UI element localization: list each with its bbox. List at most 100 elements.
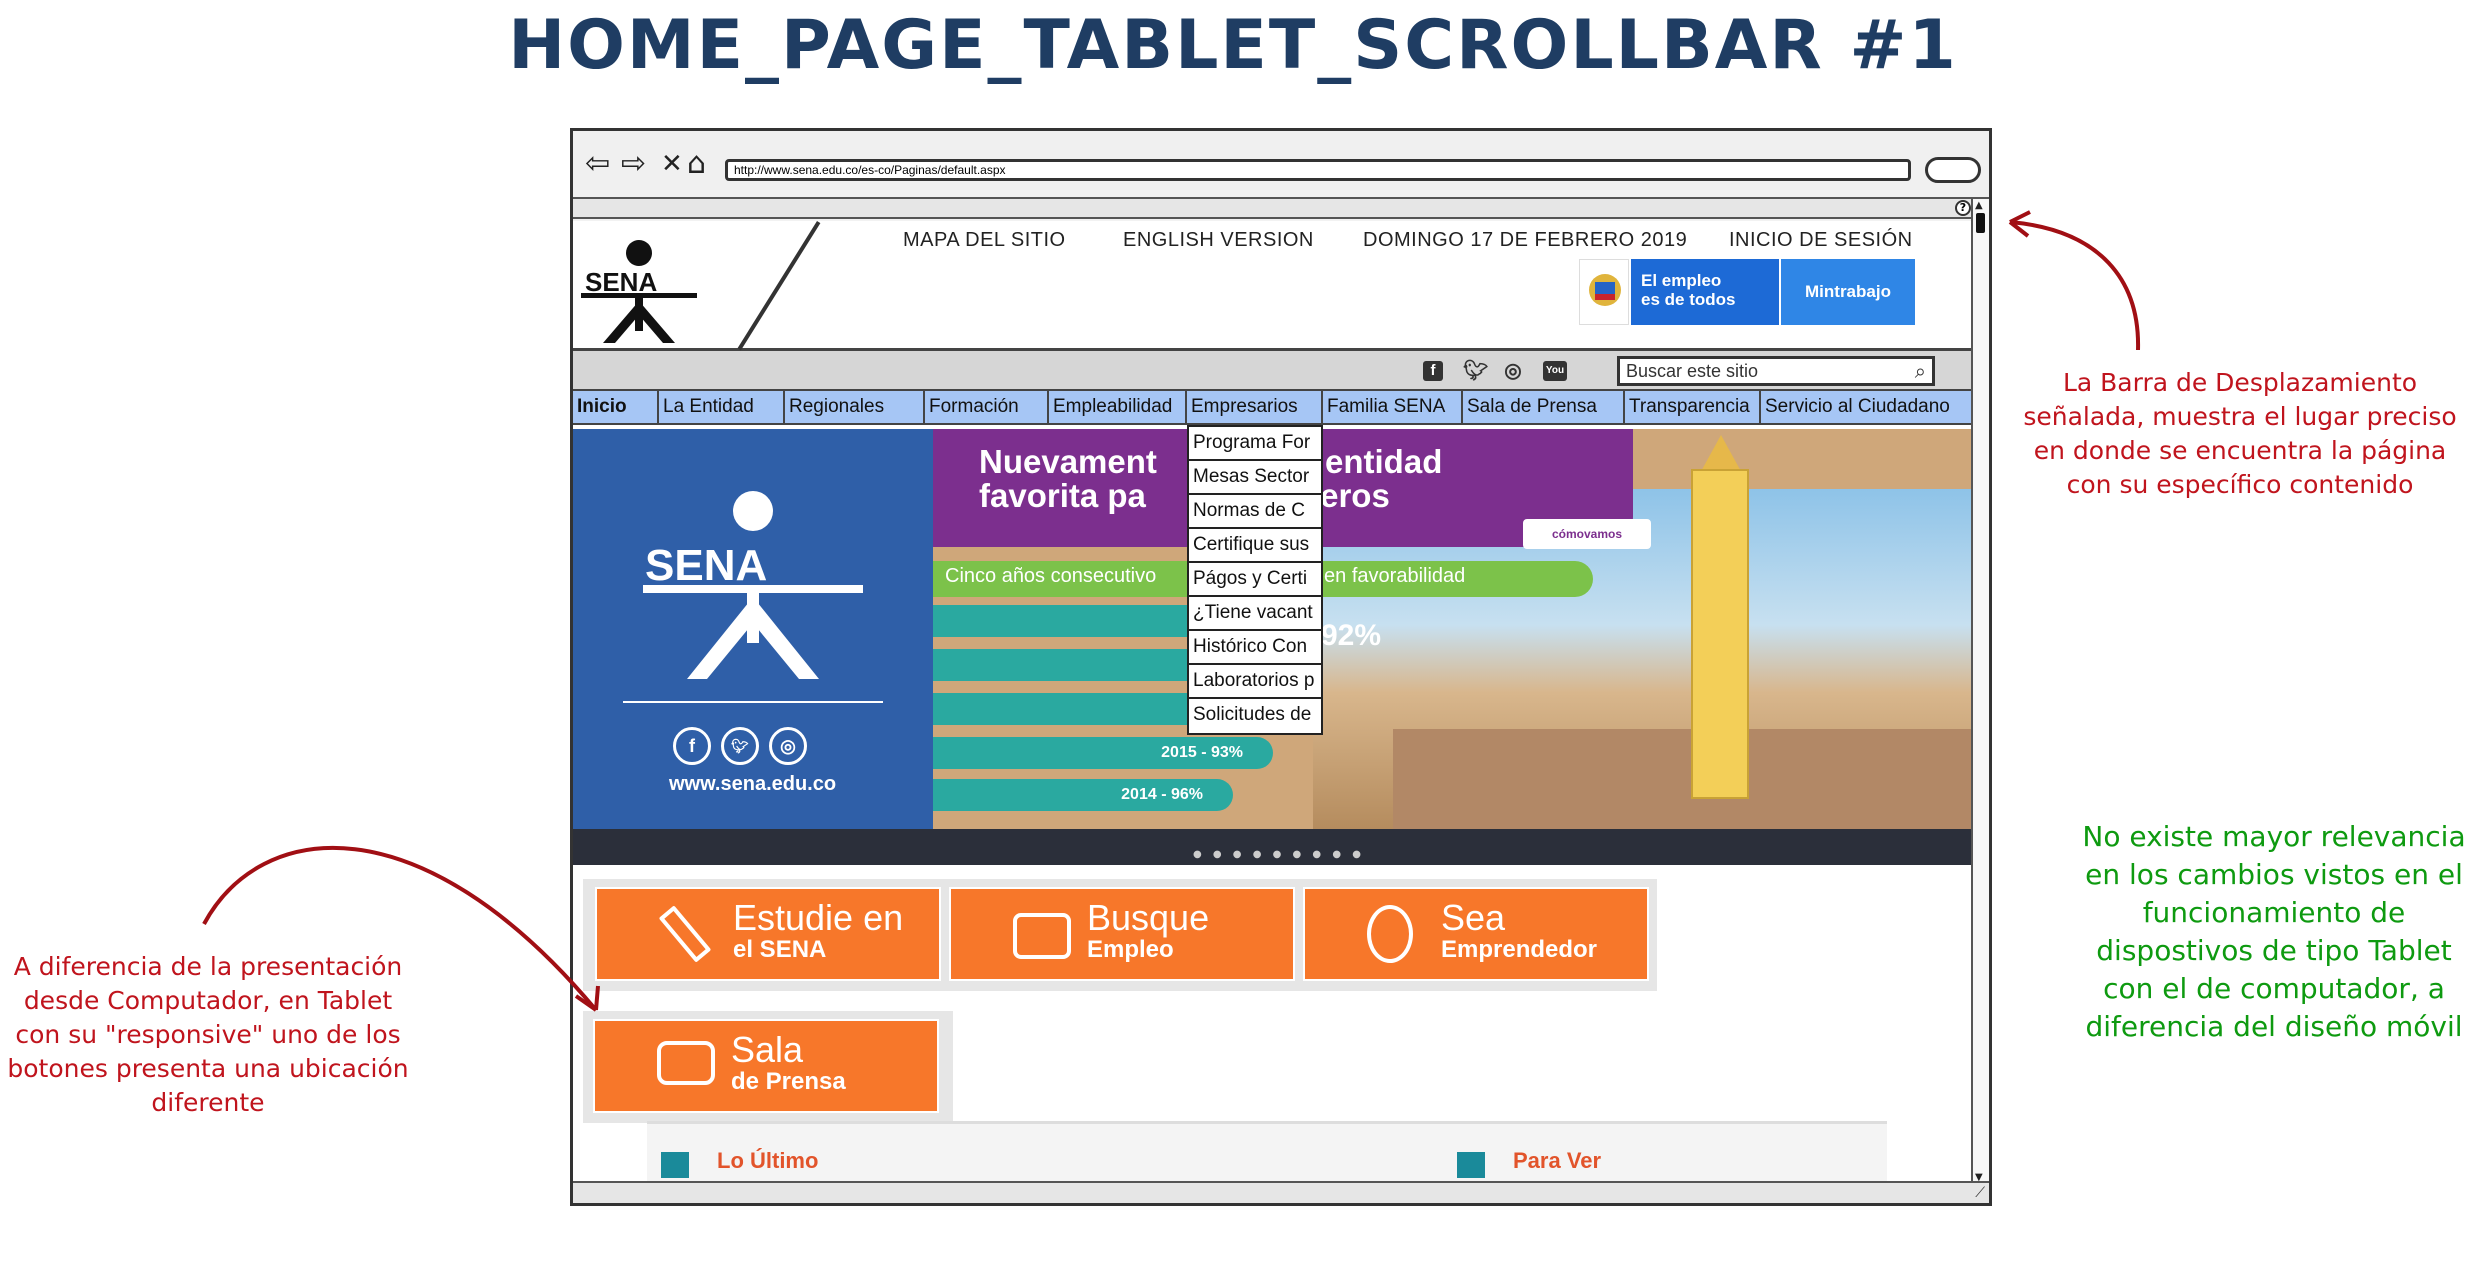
banner-instagram-icon: ◎ bbox=[769, 727, 807, 765]
browser-subbar: ? bbox=[573, 199, 1989, 219]
city-wall bbox=[1393, 729, 1975, 829]
youtube-icon[interactable]: You bbox=[1543, 361, 1567, 381]
scrollbar-annotation-arrow bbox=[2009, 220, 2141, 351]
button-line-2: el SENA bbox=[733, 936, 827, 963]
page-title: HOME_PAGE_TABLET_SCROLLBAR #1 bbox=[508, 6, 1958, 85]
banner-percent: 92% bbox=[1321, 619, 1382, 652]
button-line-2: Empleo bbox=[1087, 936, 1174, 963]
lower-section: Lo Último Para Ver bbox=[647, 1121, 1887, 1185]
help-icon[interactable]: ? bbox=[1955, 200, 1971, 216]
action-buttons-row: Estudie en el SENA Busque Empleo Sea Emp… bbox=[583, 879, 1657, 991]
scrollbar-annotation: La Barra de Desplazamiento señalada, mue… bbox=[2023, 368, 2457, 499]
header-divider bbox=[737, 221, 821, 351]
banner-sena-panel: SENA f 🐦︎ ◎ www.sena.edu.co bbox=[573, 429, 933, 829]
menu-empresarios[interactable]: Empresarios bbox=[1187, 391, 1323, 425]
close-icon[interactable]: ✕ bbox=[661, 151, 683, 177]
logo-text: SENA bbox=[585, 267, 657, 297]
megaphone-icon bbox=[661, 1152, 689, 1178]
button-line-2: de Prensa bbox=[731, 1068, 846, 1095]
button-line-1: Estudie en bbox=[733, 897, 904, 938]
browser-toolbar: ⇦ ⇨ ✕ ⌂ http://www.sena.edu.co/es-co/Pag… bbox=[573, 131, 1989, 199]
button-line-1: Sea bbox=[1441, 897, 1506, 938]
dropdown-item[interactable]: Normas de C bbox=[1189, 495, 1321, 529]
main-menu: Inicio La Entidad Regionales Formación E… bbox=[573, 391, 1975, 425]
page-viewport: SENA MAPA DEL SITIO ENGLISH VERSION DOMI… bbox=[573, 221, 1975, 1185]
empresarios-dropdown: Programa For Mesas Sector Normas de C Ce… bbox=[1187, 425, 1323, 735]
scroll-up-icon[interactable]: ▲ bbox=[1975, 201, 1983, 211]
menu-familia-sena[interactable]: Familia SENA bbox=[1323, 391, 1463, 425]
dropdown-item[interactable]: Laboratorios p bbox=[1189, 665, 1321, 699]
facebook-icon[interactable]: f bbox=[1423, 361, 1443, 381]
dropdown-item[interactable]: Histórico Con bbox=[1189, 631, 1321, 665]
search-placeholder: Buscar este sitio bbox=[1626, 361, 1759, 381]
action-buttons-row-2: Sala de Prensa bbox=[583, 1011, 953, 1123]
dropdown-item[interactable]: Mesas Sector bbox=[1189, 461, 1321, 495]
sena-logo[interactable]: SENA bbox=[581, 235, 699, 345]
briefcase-icon bbox=[1013, 913, 1071, 959]
site-search-input[interactable]: Buscar este sitio ⌕ bbox=[1617, 356, 1935, 386]
login-link[interactable]: INICIO DE SESIÓN bbox=[1729, 229, 1913, 252]
clock-tower bbox=[1691, 469, 1749, 799]
banner-twitter-icon: 🐦︎ bbox=[721, 727, 759, 765]
carousel-dots[interactable]: ● ● ● ● ● ● ● ● ● bbox=[1193, 849, 1365, 860]
sala-de-prensa-button[interactable]: Sala de Prensa bbox=[593, 1019, 939, 1113]
social-search-row: f 🐦︎ ◎ You Buscar este sitio ⌕ bbox=[573, 351, 1975, 391]
para-ver-heading[interactable]: Para Ver bbox=[1513, 1148, 1601, 1174]
button-line-2: Emprendedor bbox=[1441, 936, 1598, 963]
vertical-scrollbar[interactable]: ▲ ▼ bbox=[1971, 199, 1989, 1185]
forward-icon[interactable]: ⇨ bbox=[621, 149, 646, 179]
back-icon[interactable]: ⇦ bbox=[585, 149, 610, 179]
banner-divider bbox=[623, 701, 883, 703]
lo-ultimo-heading[interactable]: Lo Último bbox=[717, 1148, 818, 1174]
date-label: DOMINGO 17 DE FEBRERO 2019 bbox=[1363, 229, 1688, 251]
url-bar[interactable]: http://www.sena.edu.co/es-co/Paginas/def… bbox=[725, 159, 1911, 181]
stat-bar-2014: 2014 - 96% bbox=[933, 779, 1233, 811]
instagram-icon[interactable]: ◎ bbox=[1503, 361, 1523, 381]
browser-window: ⇦ ⇨ ✕ ⌂ http://www.sena.edu.co/es-co/Pag… bbox=[570, 128, 1992, 1206]
ministry-label: Mintrabajo bbox=[1781, 259, 1915, 325]
stat-bar-2015: 2015 - 93% bbox=[933, 737, 1273, 769]
banner-sena-text: SENA bbox=[645, 541, 768, 590]
gov-slogan-line-1: El empleo bbox=[1641, 271, 1722, 290]
dropdown-item[interactable]: Programa For bbox=[1189, 427, 1321, 461]
menu-sala-de-prensa[interactable]: Sala de Prensa bbox=[1463, 391, 1625, 425]
button-line-1: Sala bbox=[731, 1029, 804, 1070]
browser-statusbar: ⟋ bbox=[573, 1181, 1989, 1203]
menu-servicio-ciudadano[interactable]: Servicio al Ciudadano bbox=[1761, 391, 1975, 425]
dropdown-item[interactable]: Solicitudes de bbox=[1189, 699, 1321, 733]
gov-slogan-line-2: es de todos bbox=[1641, 290, 1736, 309]
menu-regionales[interactable]: Regionales bbox=[785, 391, 925, 425]
menu-transparencia[interactable]: Transparencia bbox=[1625, 391, 1761, 425]
site-header: SENA MAPA DEL SITIO ENGLISH VERSION DOMI… bbox=[573, 221, 1975, 351]
comovamos-logo: cómovamos bbox=[1523, 519, 1651, 549]
colombia-seal-icon bbox=[1579, 259, 1629, 325]
home-icon[interactable]: ⌂ bbox=[687, 149, 706, 179]
banner-facebook-icon: f bbox=[673, 727, 711, 765]
busque-empleo-button[interactable]: Busque Empleo bbox=[949, 887, 1295, 981]
sea-emprendedor-button[interactable]: Sea Emprendedor bbox=[1303, 887, 1649, 981]
dropdown-item[interactable]: Págos y Certi bbox=[1189, 563, 1321, 597]
resize-grip-icon[interactable]: ⟋ bbox=[1975, 1185, 1985, 1201]
estudie-en-el-sena-button[interactable]: Estudie en el SENA bbox=[595, 887, 941, 981]
government-banner[interactable]: El empleo es de todos Mintrabajo bbox=[1579, 259, 1915, 325]
menu-empleabilidad[interactable]: Empleabilidad bbox=[1049, 391, 1187, 425]
twitter-icon[interactable]: 🐦︎ bbox=[1463, 361, 1488, 381]
button-position-annotation: A diferencia de la presentación desde Co… bbox=[7, 952, 409, 1117]
browser-search-field[interactable] bbox=[1925, 157, 1981, 183]
speech-bubble-icon bbox=[657, 1041, 715, 1085]
gov-slogan: El empleo es de todos bbox=[1631, 259, 1779, 325]
search-icon[interactable]: ⌕ bbox=[1915, 361, 1926, 384]
relevance-annotation: No existe mayor relevancia en los cambio… bbox=[2082, 820, 2466, 1043]
sitemap-link[interactable]: MAPA DEL SITIO bbox=[903, 229, 1066, 252]
pencil-icon bbox=[658, 905, 712, 963]
scrollbar-thumb[interactable] bbox=[1976, 213, 1985, 233]
menu-formacion[interactable]: Formación bbox=[925, 391, 1049, 425]
menu-inicio[interactable]: Inicio bbox=[573, 391, 659, 425]
dropdown-item[interactable]: Certifique sus bbox=[1189, 529, 1321, 563]
english-version-link[interactable]: ENGLISH VERSION bbox=[1123, 229, 1314, 252]
dropdown-item[interactable]: ¿Tiene vacant bbox=[1189, 597, 1321, 631]
scrollbar-arrow-head bbox=[2008, 210, 2031, 238]
lightbulb-icon bbox=[1367, 905, 1413, 963]
play-icon bbox=[1457, 1152, 1485, 1178]
menu-la-entidad[interactable]: La Entidad bbox=[659, 391, 785, 425]
